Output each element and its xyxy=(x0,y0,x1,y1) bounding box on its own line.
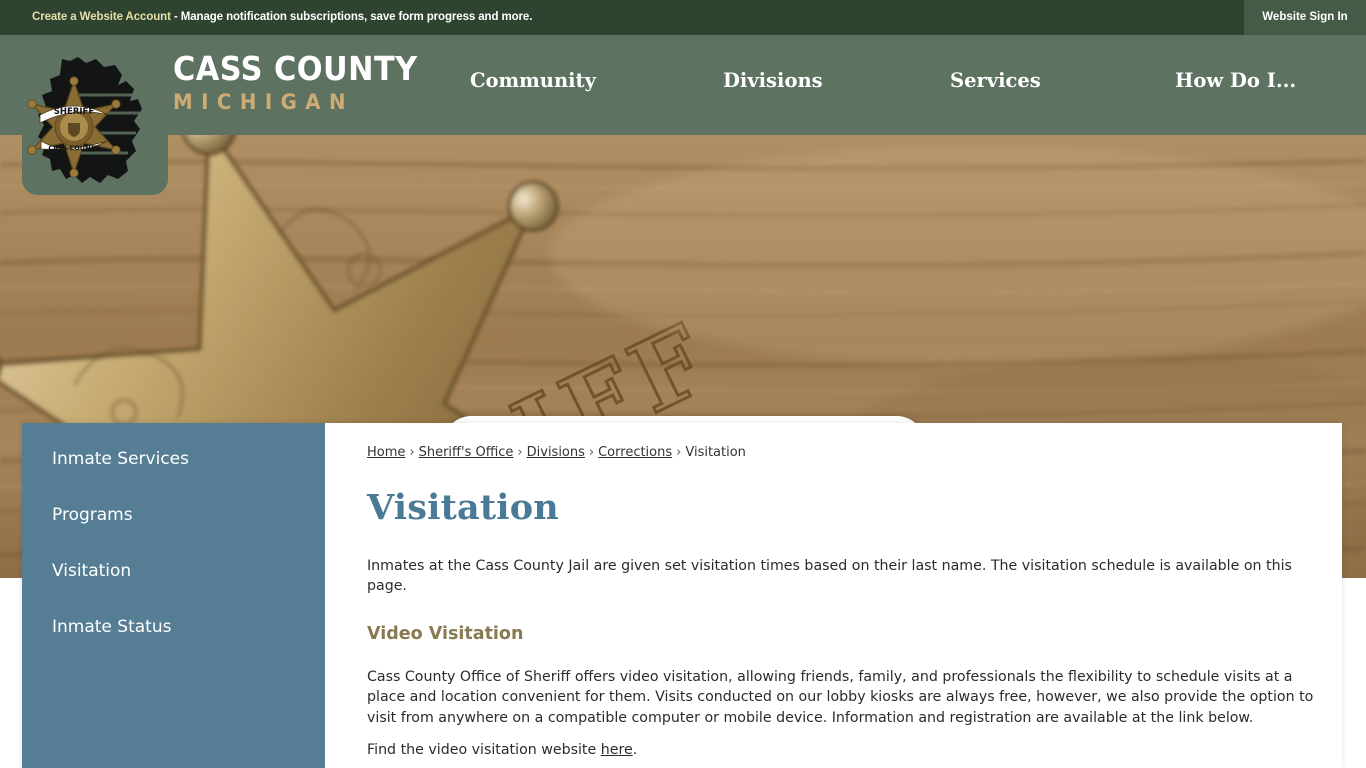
sidebar-item-inmate-services[interactable]: Inmate Services xyxy=(22,431,325,487)
main-navigation: Community Divisions Services How Do I... xyxy=(440,35,1366,135)
badge-sheriff-text: SHERIFF xyxy=(54,107,95,117)
breadcrumb-item-corrections[interactable]: Corrections xyxy=(598,445,672,460)
breadcrumb-item-visitation-current: Visitation xyxy=(685,445,746,460)
site-brand-wordmark[interactable]: CASS COUNTY MICHIGAN xyxy=(173,52,439,113)
breadcrumb-separator: › xyxy=(409,445,415,460)
brand-line-cass-county: CASS COUNTY xyxy=(173,49,418,88)
nav-item-services[interactable]: Services xyxy=(950,69,1041,92)
video-visitation-website-link[interactable]: here xyxy=(601,742,633,758)
breadcrumb: Home › Sheriff's Office › Divisions › Correcti… xyxy=(367,444,1320,462)
website-sign-in-button[interactable]: Website Sign In xyxy=(1244,0,1366,35)
create-account-message: Create a Website Account - Manage notifi… xyxy=(32,0,532,35)
sidebar-item-inmate-status[interactable]: Inmate Status xyxy=(22,599,325,655)
breadcrumb-item-home[interactable]: Home xyxy=(367,445,405,460)
video-website-suffix: . xyxy=(632,742,638,759)
site-logo-tile[interactable]: SHERIFF CASS COUNTY xyxy=(22,37,168,195)
sheriff-michigan-logo-icon: SHERIFF CASS COUNTY xyxy=(22,37,168,195)
nav-item-divisions[interactable]: Divisions xyxy=(723,69,823,92)
breadcrumb-separator: › xyxy=(517,445,523,460)
badge-cass-county-text: CASS COUNTY xyxy=(48,144,100,152)
intro-paragraph: Inmates at the Cass County Jail are give… xyxy=(367,557,1292,595)
brand-line-michigan: MICHIGAN xyxy=(173,90,355,114)
page-title: Visitation xyxy=(367,487,559,528)
sidebar-item-programs[interactable]: Programs xyxy=(22,487,325,543)
nav-item-how-do-i[interactable]: How Do I... xyxy=(1175,69,1296,92)
main-content: Home › Sheriff's Office › Divisions › Correcti… xyxy=(325,423,1342,768)
breadcrumb-item-divisions[interactable]: Divisions xyxy=(527,445,585,460)
sidebar-item-visitation[interactable]: Visitation xyxy=(22,543,325,599)
top-utility-bar: Create a Website Account - Manage notifi… xyxy=(0,0,1366,35)
page-content-card: Inmate Services Programs Visitation Inma… xyxy=(22,423,1342,768)
create-website-account-link[interactable]: Create a Website Account xyxy=(32,11,171,23)
section-sidebar-nav: Inmate Services Programs Visitation Inma… xyxy=(22,423,325,768)
video-visitation-heading: Video Visitation xyxy=(367,623,524,644)
video-visitation-paragraph: Cass County Office of Sheriff offers vid… xyxy=(367,668,1314,726)
nav-item-community[interactable]: Community xyxy=(470,69,596,92)
breadcrumb-item-sheriffs-office[interactable]: Sheriff's Office xyxy=(419,445,514,460)
breadcrumb-separator: › xyxy=(588,445,595,460)
video-website-prefix: Find the video visitation website xyxy=(367,742,601,759)
breadcrumb-separator: › xyxy=(676,445,682,460)
video-website-line: Find the video visitation website here. xyxy=(367,740,1320,761)
create-account-description: - Manage notification subscriptions, sav… xyxy=(170,11,533,23)
